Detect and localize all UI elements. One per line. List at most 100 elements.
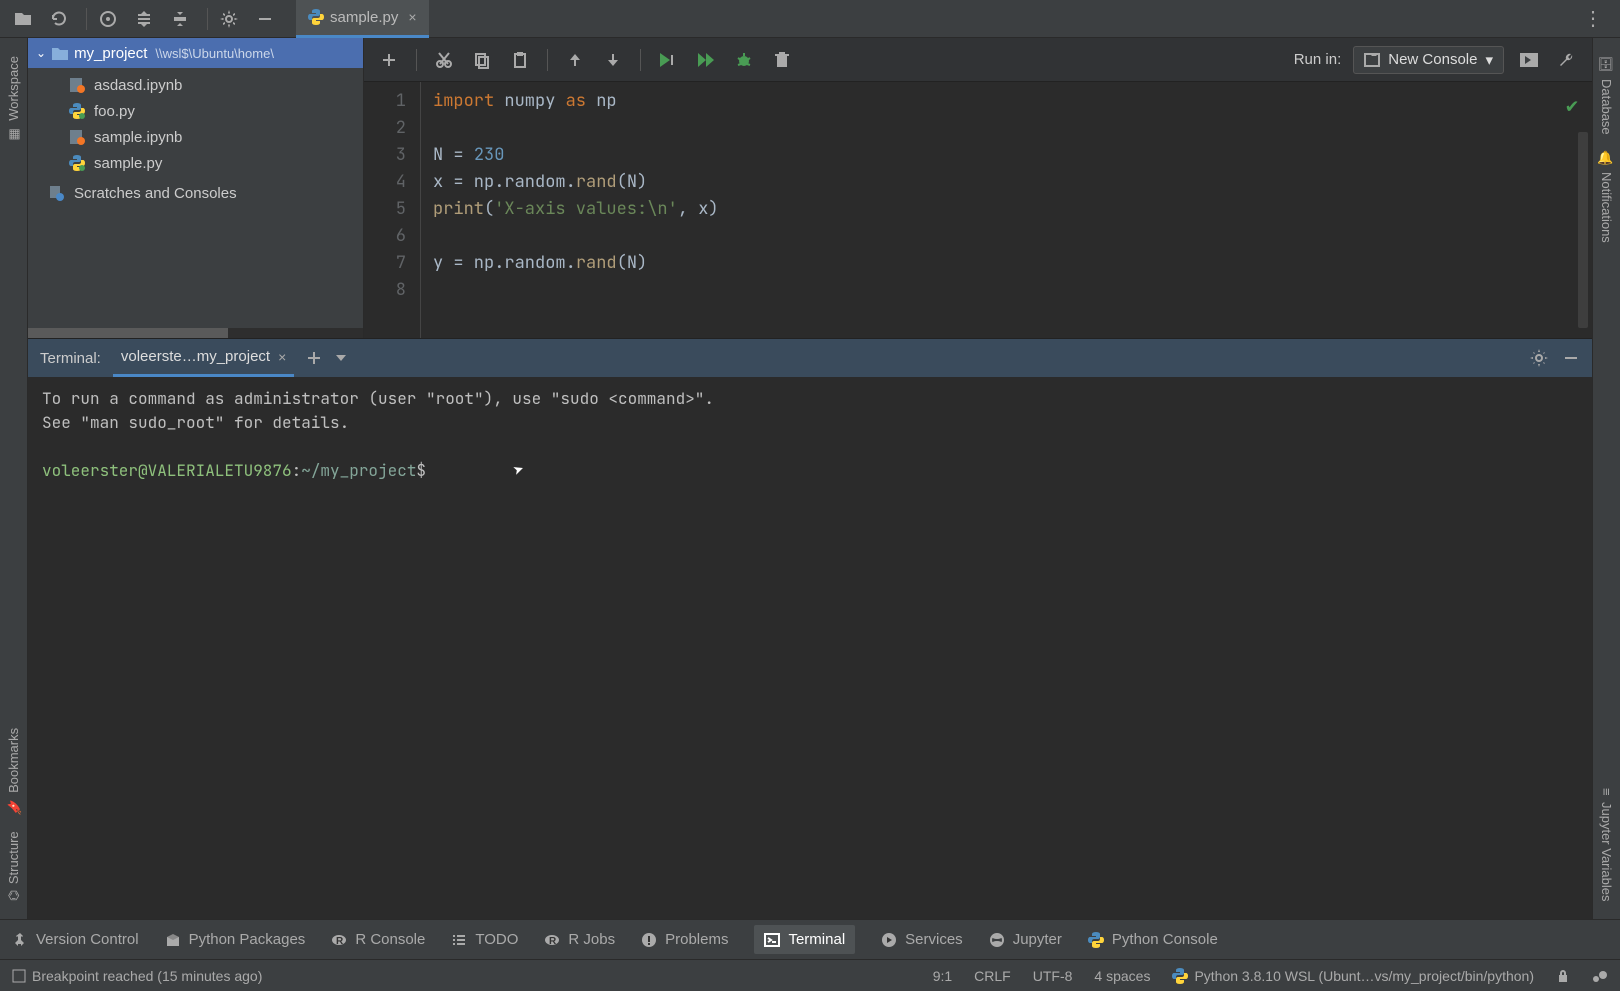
notifications-tool[interactable]: 🔔Notifications <box>1599 142 1614 251</box>
python-file-icon <box>68 154 86 172</box>
code-content[interactable]: import numpy as np N = 230x = np.random.… <box>420 82 1592 338</box>
project-root[interactable]: ⌄ my_project \\wsl$\Ubuntu\home\ <box>28 38 363 68</box>
line-separator[interactable]: CRLF <box>974 968 1011 984</box>
hide-icon[interactable] <box>1562 349 1580 367</box>
r-jobs-tool[interactable]: RR Jobs <box>544 931 615 948</box>
terminal-output[interactable]: To run a command as administrator (user … <box>28 377 1592 919</box>
move-up-icon[interactable] <box>562 47 588 73</box>
terminal-tab[interactable]: voleerste…my_project × <box>113 339 294 377</box>
terminal-panel: Terminal: voleerste…my_project × To run … <box>28 338 1592 919</box>
python-icon <box>308 9 324 25</box>
todo-tool[interactable]: TODO <box>451 931 518 948</box>
gear-icon[interactable] <box>214 4 244 34</box>
paste-icon[interactable] <box>507 47 533 73</box>
file-item[interactable]: foo.py <box>28 98 363 124</box>
indent[interactable]: 4 spaces <box>1094 968 1150 984</box>
left-tool-rail: ▦Workspace 🔖Bookmarks ⌬Structure <box>0 38 28 919</box>
project-tree: ⌄ my_project \\wsl$\Ubuntu\home\ asdasd.… <box>28 38 364 338</box>
top-toolbar: sample.py × ⋮ <box>0 0 1620 38</box>
status-bar: Breakpoint reached (15 minutes ago) 9:1 … <box>0 959 1620 991</box>
terminal-line: To run a command as administrator (user … <box>42 387 1578 411</box>
delete-icon[interactable] <box>769 47 795 73</box>
chevron-down-icon: ▾ <box>1485 51 1493 69</box>
execute-icon[interactable] <box>1516 47 1542 73</box>
editor-area: Run in: New Console ▾ 12345678 import nu… <box>364 38 1592 338</box>
collapse-icon[interactable] <box>165 4 195 34</box>
wrench-icon[interactable] <box>1554 47 1580 73</box>
notebook-icon <box>68 128 86 146</box>
file-label: sample.py <box>94 155 162 172</box>
structure-tool[interactable]: ⌬Structure <box>6 823 21 909</box>
gear-icon[interactable] <box>1530 349 1548 367</box>
tree-scrollbar[interactable] <box>28 328 363 338</box>
jupyter-variables-tool[interactable]: ≡Jupyter Variables <box>1599 780 1614 909</box>
file-label: sample.ipynb <box>94 129 182 146</box>
run-cell-icon[interactable] <box>655 47 681 73</box>
run-console-select[interactable]: New Console ▾ <box>1353 46 1504 74</box>
run-in-label: Run in: <box>1294 51 1342 68</box>
svg-text:R: R <box>336 936 344 947</box>
terminal-prompt: voleerster@VALERIALETU9876:~/my_project$ <box>42 459 1578 483</box>
close-icon[interactable]: × <box>278 349 286 365</box>
python-console-tool[interactable]: Python Console <box>1088 931 1218 948</box>
interpreter[interactable]: Python 3.8.10 WSL (Ubunt…vs/my_project/b… <box>1172 968 1534 984</box>
debug-icon[interactable] <box>731 47 757 73</box>
jupyter-tool[interactable]: Jupyter <box>989 931 1062 948</box>
editor-tab[interactable]: sample.py × <box>296 0 429 38</box>
open-icon[interactable] <box>8 4 38 34</box>
console-icon <box>1364 53 1380 67</box>
notebook-icon <box>68 76 86 94</box>
terminal-dropdown-icon[interactable] <box>334 351 348 365</box>
ide-scale-icon[interactable] <box>1592 969 1608 983</box>
file-item[interactable]: asdasd.ipynb <box>28 72 363 98</box>
workspace-tool[interactable]: ▦Workspace <box>6 48 21 150</box>
file-item[interactable]: sample.ipynb <box>28 124 363 150</box>
expand-icon[interactable] <box>129 4 159 34</box>
encoding[interactable]: UTF-8 <box>1033 968 1073 984</box>
project-path: \\wsl$\Ubuntu\home\ <box>155 46 274 61</box>
bookmarks-tool[interactable]: 🔖Bookmarks <box>6 720 21 823</box>
terminal-header: Terminal: voleerste…my_project × <box>28 339 1592 377</box>
lock-icon[interactable] <box>1556 969 1570 983</box>
python-packages-tool[interactable]: Python Packages <box>165 931 306 948</box>
terminal-line: See "man sudo_root" for details. <box>42 411 1578 435</box>
add-cell-icon[interactable] <box>376 47 402 73</box>
run-all-icon[interactable] <box>693 47 719 73</box>
terminal-title: Terminal: <box>40 350 101 367</box>
svg-text:R: R <box>549 936 557 947</box>
editor-scrollbar[interactable] <box>1578 132 1588 328</box>
file-label: foo.py <box>94 103 135 120</box>
separator <box>86 8 87 30</box>
scratches-label: Scratches and Consoles <box>74 185 237 202</box>
move-down-icon[interactable] <box>600 47 626 73</box>
cursor-position[interactable]: 9:1 <box>933 968 952 984</box>
services-tool[interactable]: Services <box>881 931 963 948</box>
scratches-icon <box>48 184 66 202</box>
database-tool[interactable]: 🗄Database <box>1599 48 1614 142</box>
cut-icon[interactable] <box>431 47 457 73</box>
folder-icon <box>52 46 68 60</box>
minimize-icon[interactable] <box>250 4 280 34</box>
more-icon[interactable]: ⋮ <box>1575 6 1612 31</box>
scratches-item[interactable]: Scratches and Consoles <box>28 180 363 206</box>
version-control-tool[interactable]: Version Control <box>12 931 139 948</box>
problems-tool[interactable]: Problems <box>641 931 728 948</box>
file-label: asdasd.ipynb <box>94 77 182 94</box>
code-editor[interactable]: 12345678 import numpy as np N = 230x = n… <box>364 82 1592 338</box>
terminal-tool[interactable]: Terminal <box>754 925 855 954</box>
right-tool-rail: 🗄Database 🔔Notifications ≡Jupyter Variab… <box>1592 38 1620 919</box>
add-terminal-icon[interactable] <box>306 350 322 366</box>
copy-icon[interactable] <box>469 47 495 73</box>
close-icon[interactable]: × <box>408 9 416 25</box>
inspection-ok-icon[interactable]: ✔ <box>1566 92 1578 118</box>
status-message[interactable]: Breakpoint reached (15 minutes ago) <box>12 968 262 984</box>
line-gutter: 12345678 <box>364 82 420 338</box>
chevron-down-icon: ⌄ <box>36 46 46 60</box>
separator <box>207 8 208 30</box>
python-file-icon <box>68 102 86 120</box>
project-name: my_project <box>74 45 147 62</box>
target-icon[interactable] <box>93 4 123 34</box>
file-item[interactable]: sample.py <box>28 150 363 176</box>
refresh-icon[interactable] <box>44 4 74 34</box>
r-console-tool[interactable]: RR Console <box>331 931 425 948</box>
